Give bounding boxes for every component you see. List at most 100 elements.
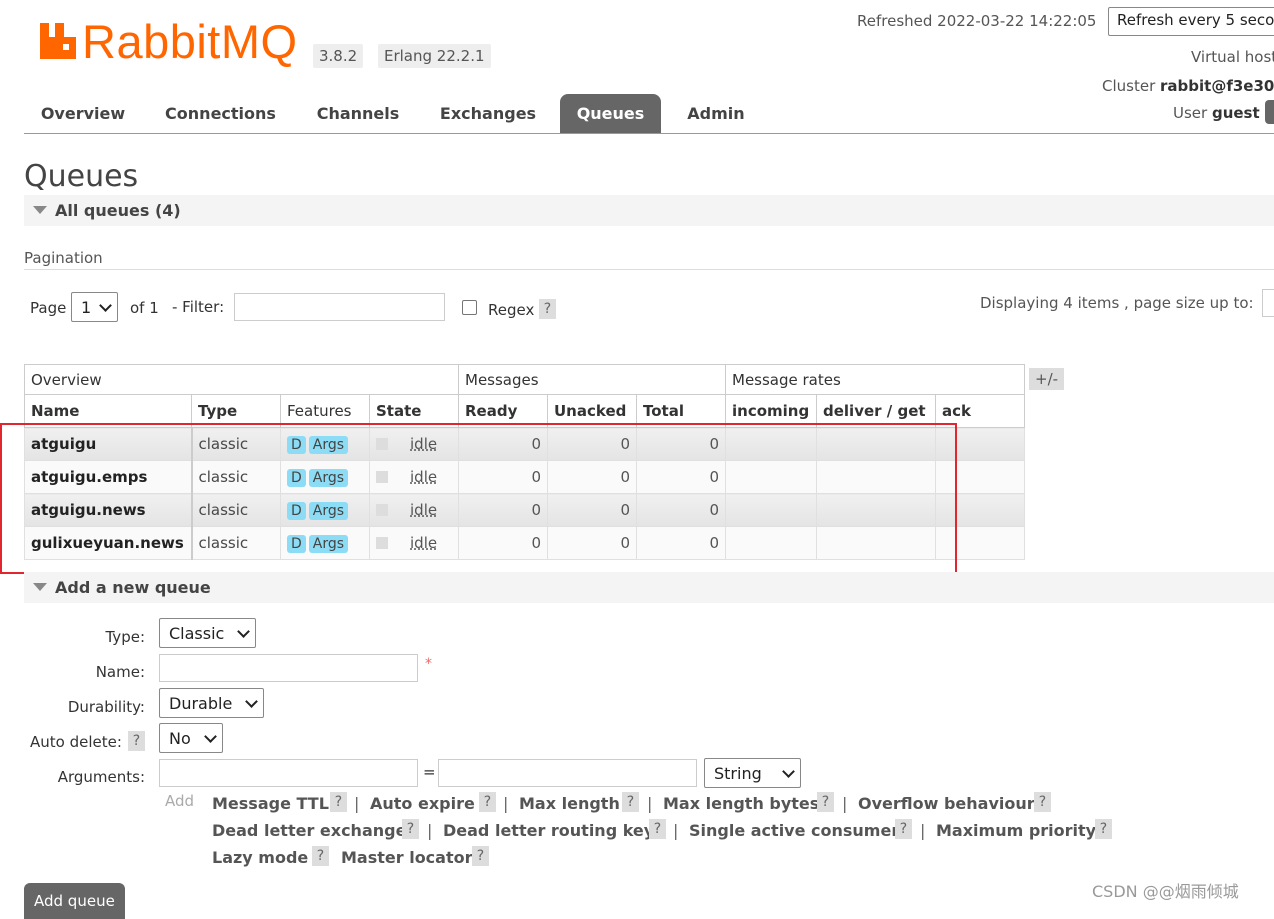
logo-text: RabbitMQ — [82, 14, 298, 68]
type-label: Type: — [105, 628, 145, 646]
group-message-rates: Message rates — [725, 364, 1025, 395]
rabbit-logo-icon — [40, 23, 76, 59]
help-button[interactable]: ? — [1034, 792, 1051, 812]
arg-max-length-link[interactable]: Max length — [519, 794, 620, 813]
tab-overview[interactable]: Overview — [24, 94, 142, 133]
virtual-host-label: Virtual host — [1191, 48, 1274, 66]
durability-label: Durability: — [67, 698, 145, 716]
help-button[interactable]: ? — [402, 819, 419, 839]
arg-max-length-bytes-link[interactable]: Max length bytes — [663, 794, 819, 813]
queue-name-input[interactable] — [159, 654, 418, 682]
help-button[interactable]: ? — [1095, 819, 1112, 839]
add-queue-section-header[interactable]: Add a new queue — [24, 572, 1274, 603]
arg-master-locator-link[interactable]: Master locator — [341, 848, 473, 867]
help-button[interactable]: ? — [895, 819, 912, 839]
arg-message-ttl-link[interactable]: Message TTL — [212, 794, 329, 813]
help-button[interactable]: ? — [330, 792, 347, 812]
chevron-down-icon — [99, 298, 112, 312]
arg-dead-letter-exchange-link[interactable]: Dead letter exchange — [212, 821, 406, 840]
all-queues-label: All queues (4) — [55, 201, 181, 220]
pagination-title: Pagination — [24, 249, 103, 267]
name-label: Name: — [95, 663, 145, 681]
highlight-box — [0, 423, 957, 574]
cluster-value: rabbit@f3e30 — [1160, 77, 1274, 95]
chevron-down-icon — [245, 694, 258, 708]
argument-key-input[interactable] — [159, 759, 418, 787]
displaying-items-text: Displaying 4 items , page size up to: — [980, 294, 1254, 312]
help-button[interactable]: ? — [479, 792, 496, 812]
main-nav-tabs: Overview Connections Channels Exchanges … — [24, 94, 1274, 134]
add-arguments-label: Add — [165, 792, 195, 810]
arg-maximum-priority-link[interactable]: Maximum priority — [936, 821, 1096, 840]
tab-exchanges[interactable]: Exchanges — [428, 94, 548, 133]
separator: | — [427, 821, 433, 840]
arguments-label: Arguments: — [57, 768, 145, 786]
page-title: Queues — [24, 159, 139, 194]
queue-type-select[interactable]: Classic — [159, 618, 256, 648]
separator: | — [354, 794, 360, 813]
group-overview: Overview — [24, 364, 459, 395]
watermark: CSDN @@烟雨倾城 — [1092, 882, 1239, 901]
durability-select[interactable]: Durable — [159, 688, 264, 718]
add-queue-button[interactable]: Add queue — [24, 883, 125, 919]
all-queues-section-header[interactable]: All queues (4) — [24, 195, 1274, 226]
argument-value-input[interactable] — [438, 759, 697, 787]
regex-help-button[interactable]: ? — [539, 299, 556, 319]
refresh-interval-value: Refresh every 5 seco — [1117, 11, 1274, 29]
page-select-value: 1 — [81, 297, 92, 317]
cluster-info: Cluster rabbit@f3e30 — [1102, 77, 1274, 95]
page-size-input[interactable] — [1262, 289, 1274, 317]
arg-lazy-mode-link[interactable]: Lazy mode — [212, 848, 308, 867]
arg-single-active-consumer-link[interactable]: Single active consumer — [689, 821, 899, 840]
chevron-down-icon — [782, 764, 795, 778]
arg-auto-expire-link[interactable]: Auto expire — [370, 794, 475, 813]
page-select[interactable]: 1 — [71, 292, 118, 322]
separator: | — [503, 794, 509, 813]
equals-sign: = — [423, 763, 436, 781]
page-count: of 1 — [130, 299, 159, 317]
required-mark: * — [425, 656, 432, 672]
chevron-down-icon — [204, 729, 217, 743]
collapse-triangle-icon — [33, 206, 47, 214]
auto-delete-select[interactable]: No — [159, 723, 223, 753]
erlang-version-badge: Erlang 22.2.1 — [378, 44, 491, 68]
chevron-down-icon — [237, 624, 250, 638]
refresh-interval-select[interactable]: Refresh every 5 seco — [1108, 7, 1274, 36]
refreshed-timestamp: Refreshed 2022-03-22 14:22:05 — [857, 12, 1097, 30]
separator: | — [647, 794, 653, 813]
arg-overflow-behaviour-link[interactable]: Overflow behaviour — [858, 794, 1035, 813]
tab-queues[interactable]: Queues — [560, 94, 661, 133]
columns-toggle-button[interactable]: +/- — [1029, 368, 1065, 390]
help-button[interactable]: ? — [472, 846, 489, 866]
filter-label: - Filter: — [172, 298, 225, 316]
separator: | — [673, 821, 679, 840]
tab-connections[interactable]: Connections — [155, 94, 286, 133]
version-badge: 3.8.2 — [313, 44, 364, 68]
auto-delete-help-button[interactable]: ? — [128, 731, 145, 751]
help-button[interactable]: ? — [817, 792, 834, 812]
page-label: Page — [30, 299, 67, 317]
regex-checkbox[interactable] — [462, 300, 477, 315]
argument-type-select[interactable]: String — [704, 758, 801, 788]
help-button[interactable]: ? — [649, 819, 666, 839]
collapse-triangle-icon — [33, 583, 47, 591]
rabbitmq-logo: RabbitMQ — [38, 14, 298, 68]
argument-type-value: String — [714, 763, 762, 783]
arg-dead-letter-routing-key-link[interactable]: Dead letter routing key — [443, 821, 654, 840]
help-button[interactable]: ? — [622, 792, 639, 812]
tab-admin[interactable]: Admin — [677, 94, 755, 133]
queue-type-value: Classic — [169, 623, 225, 643]
divider — [24, 269, 1274, 270]
table-group-header: Overview Messages Message rates — [24, 364, 1025, 395]
separator: | — [842, 794, 848, 813]
filter-input[interactable] — [234, 293, 445, 321]
add-queue-label: Add a new queue — [55, 578, 211, 597]
cluster-label: Cluster — [1102, 77, 1161, 95]
tab-channels[interactable]: Channels — [304, 94, 412, 133]
auto-delete-label: Auto delete: — [30, 733, 122, 751]
durability-value: Durable — [169, 693, 233, 713]
regex-label: Regex — [488, 301, 535, 319]
separator: | — [920, 821, 926, 840]
help-button[interactable]: ? — [312, 846, 329, 866]
group-messages: Messages — [458, 364, 726, 395]
